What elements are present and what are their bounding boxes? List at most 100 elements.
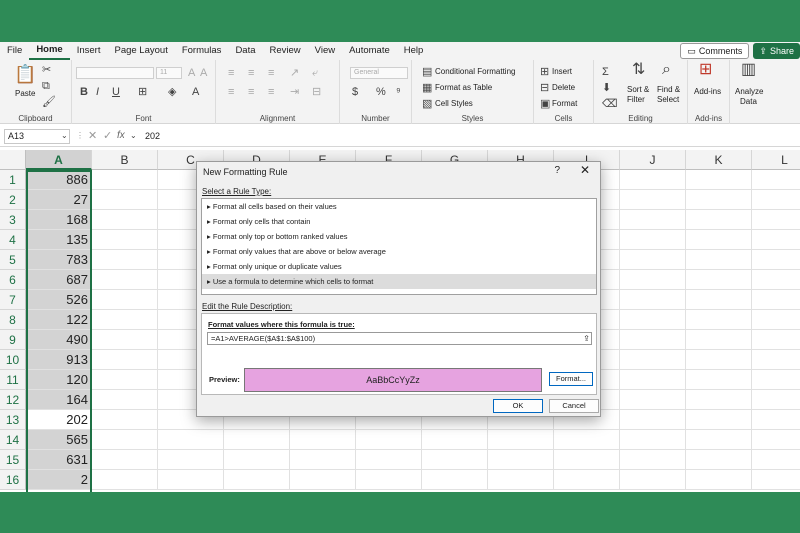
- sort-label[interactable]: Sort &: [627, 85, 649, 95]
- align-center-icon[interactable]: ≡: [248, 86, 254, 98]
- align-top-icon[interactable]: ≡: [228, 67, 234, 79]
- merge-icon[interactable]: ⊟: [312, 86, 321, 98]
- cell-a[interactable]: 631: [26, 450, 92, 470]
- insert-function-button[interactable]: fx: [117, 130, 125, 141]
- cell[interactable]: [620, 470, 686, 490]
- filter-label[interactable]: Filter: [627, 95, 645, 105]
- row-header[interactable]: 9: [0, 330, 26, 350]
- rule-type-item[interactable]: ▸ Format all cells based on their values: [202, 199, 596, 214]
- cell[interactable]: [752, 310, 800, 330]
- row-header[interactable]: 15: [0, 450, 26, 470]
- cell[interactable]: [488, 470, 554, 490]
- cell[interactable]: [752, 430, 800, 450]
- cell[interactable]: [620, 230, 686, 250]
- cell[interactable]: [554, 470, 620, 490]
- cell[interactable]: [620, 250, 686, 270]
- cell-a[interactable]: 886: [26, 170, 92, 190]
- comments-button[interactable]: ▭ Comments: [680, 43, 750, 59]
- addins-button[interactable]: Add-ins: [694, 87, 721, 97]
- cell-a[interactable]: 783: [26, 250, 92, 270]
- cell[interactable]: [224, 470, 290, 490]
- analyze-data-icon[interactable]: ▥: [741, 62, 756, 78]
- font-color-icon[interactable]: A: [192, 86, 199, 98]
- cell[interactable]: [92, 470, 158, 490]
- row-header[interactable]: 14: [0, 430, 26, 450]
- select-all-corner[interactable]: [0, 150, 26, 170]
- cell-a[interactable]: 122: [26, 310, 92, 330]
- tab-insert[interactable]: Insert: [70, 42, 108, 60]
- currency-icon[interactable]: $: [352, 86, 358, 98]
- cell-a[interactable]: 687: [26, 270, 92, 290]
- comma-icon[interactable]: ⁹: [396, 86, 401, 98]
- cell[interactable]: [620, 410, 686, 430]
- cell[interactable]: [290, 450, 356, 470]
- cell[interactable]: [686, 250, 752, 270]
- column-header-k[interactable]: K: [686, 150, 752, 170]
- cell[interactable]: [620, 290, 686, 310]
- cell[interactable]: [620, 430, 686, 450]
- rule-type-item[interactable]: ▸ Use a formula to determine which cells…: [202, 274, 596, 289]
- paste-icon[interactable]: 📋: [14, 64, 36, 84]
- cell[interactable]: [752, 230, 800, 250]
- row-header[interactable]: 5: [0, 250, 26, 270]
- row-header[interactable]: 13: [0, 410, 26, 430]
- cell[interactable]: [620, 190, 686, 210]
- orientation-icon[interactable]: ↗: [290, 67, 299, 79]
- tab-formulas[interactable]: Formulas: [175, 42, 229, 60]
- cell[interactable]: [752, 270, 800, 290]
- cell[interactable]: [752, 290, 800, 310]
- cell[interactable]: [686, 370, 752, 390]
- tab-automate[interactable]: Automate: [342, 42, 397, 60]
- cell[interactable]: [686, 270, 752, 290]
- format-table-icon[interactable]: ▦: [422, 82, 432, 94]
- cell[interactable]: [92, 250, 158, 270]
- cell[interactable]: [224, 430, 290, 450]
- conditional-formatting-icon[interactable]: ▤: [422, 66, 432, 78]
- cell[interactable]: [92, 430, 158, 450]
- cell-a[interactable]: 490: [26, 330, 92, 350]
- cell-a[interactable]: 164: [26, 390, 92, 410]
- cell[interactable]: [752, 410, 800, 430]
- cell[interactable]: [752, 250, 800, 270]
- collapse-dialog-icon[interactable]: ⇪: [583, 333, 590, 344]
- tab-help[interactable]: Help: [397, 42, 431, 60]
- cell[interactable]: [752, 450, 800, 470]
- cell[interactable]: [686, 430, 752, 450]
- cell[interactable]: [686, 170, 752, 190]
- delete-cells-button[interactable]: Delete: [552, 83, 575, 93]
- cell[interactable]: [422, 430, 488, 450]
- delete-cells-icon[interactable]: ⊟: [540, 82, 549, 94]
- align-right-icon[interactable]: ≡: [268, 86, 274, 98]
- cell[interactable]: [356, 470, 422, 490]
- cell[interactable]: [488, 430, 554, 450]
- cell-a[interactable]: 565: [26, 430, 92, 450]
- rule-type-item[interactable]: ▸ Format only cells that contain: [202, 214, 596, 229]
- row-header[interactable]: 16: [0, 470, 26, 490]
- row-header[interactable]: 2: [0, 190, 26, 210]
- cell[interactable]: [686, 330, 752, 350]
- cell[interactable]: [686, 190, 752, 210]
- row-header[interactable]: 1: [0, 170, 26, 190]
- tab-view[interactable]: View: [308, 42, 342, 60]
- rule-type-item[interactable]: ▸ Format only top or bottom ranked value…: [202, 229, 596, 244]
- cell[interactable]: [620, 450, 686, 470]
- decrease-font-icon[interactable]: A: [200, 67, 207, 79]
- indent-icon[interactable]: ⇥: [290, 86, 299, 98]
- clear-icon[interactable]: ⌫: [602, 98, 618, 110]
- cell[interactable]: [422, 470, 488, 490]
- cell-a[interactable]: 135: [26, 230, 92, 250]
- bold-icon[interactable]: B: [80, 86, 88, 98]
- cell[interactable]: [224, 450, 290, 470]
- cell[interactable]: [686, 290, 752, 310]
- copy-icon[interactable]: ⧉: [42, 80, 50, 92]
- cell[interactable]: [158, 430, 224, 450]
- cell[interactable]: [686, 390, 752, 410]
- paste-label[interactable]: Paste: [15, 89, 35, 99]
- cell[interactable]: [92, 170, 158, 190]
- align-middle-icon[interactable]: ≡: [248, 67, 254, 79]
- cell-a[interactable]: 526: [26, 290, 92, 310]
- row-header[interactable]: 7: [0, 290, 26, 310]
- cell[interactable]: [620, 170, 686, 190]
- row-header[interactable]: 3: [0, 210, 26, 230]
- cell[interactable]: [92, 370, 158, 390]
